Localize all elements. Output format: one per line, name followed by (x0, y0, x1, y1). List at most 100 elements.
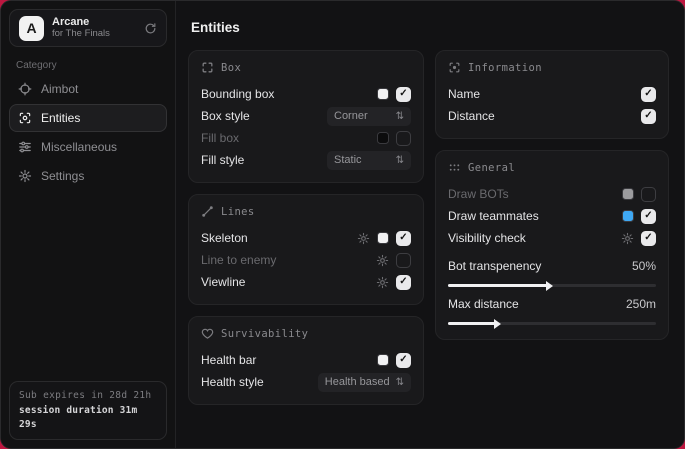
fill-style-dropdown[interactable]: Static ⇅ (327, 151, 411, 170)
sidebar-item-label: Aimbot (41, 82, 78, 96)
setting-label: Skeleton (201, 231, 248, 245)
setting-row-fill-style: Fill style Static ⇅ (201, 149, 411, 171)
gear-icon[interactable] (376, 276, 389, 289)
sidebar-item-label: Entities (41, 111, 80, 125)
sidebar-item-miscellaneous[interactable]: Miscellaneous (9, 133, 167, 161)
panel-title: Box (221, 62, 241, 74)
setting-label: Bot transpenency (448, 259, 541, 273)
bot-transparency-slider[interactable] (448, 284, 656, 287)
line-to-enemy-checkbox[interactable] (396, 253, 411, 268)
color-swatch[interactable] (377, 354, 389, 366)
slider-value: 250m (626, 297, 656, 311)
setting-label: Draw teammates (448, 209, 539, 223)
sidebar-item-label: Miscellaneous (41, 140, 117, 154)
setting-label: Distance (448, 109, 495, 123)
bounding-box-checkbox[interactable] (396, 87, 411, 102)
setting-row-box-style: Box style Corner ⇅ (201, 105, 411, 127)
setting-row-visibility-check: Visibility check (448, 227, 656, 249)
gear-icon[interactable] (376, 254, 389, 267)
fill-box-checkbox[interactable] (396, 131, 411, 146)
max-distance-setting: Max distance 250m (448, 293, 656, 325)
sidebar-item-entities[interactable]: Entities (9, 104, 167, 132)
sidebar-item-settings[interactable]: Settings (9, 162, 167, 190)
setting-label: Line to enemy (201, 253, 276, 267)
slider-fill (448, 284, 548, 287)
health-bar-checkbox[interactable] (396, 353, 411, 368)
setting-row-draw-bots: Draw BOTs (448, 183, 656, 205)
max-distance-slider[interactable] (448, 322, 656, 325)
color-swatch[interactable] (377, 232, 389, 244)
slider-value: 50% (632, 259, 656, 273)
bot-transparency-setting: Bot transpenency 50% (448, 255, 656, 287)
skeleton-checkbox[interactable] (396, 231, 411, 246)
color-swatch[interactable] (377, 132, 389, 144)
setting-label: Viewline (201, 275, 245, 289)
brand-card: A Arcane for The Finals (9, 9, 167, 47)
panel-lines: Lines Skeleton Line to enemy (188, 194, 424, 305)
panel-title: Information (468, 62, 542, 74)
setting-label: Fill style (201, 153, 244, 167)
dropdown-value: Static (334, 154, 362, 166)
heart-icon (201, 327, 214, 340)
sidebar: A Arcane for The Finals Category Aimbot (1, 1, 176, 448)
name-checkbox[interactable] (641, 87, 656, 102)
setting-label: Max distance (448, 297, 519, 311)
refresh-icon[interactable] (144, 22, 157, 35)
sliders-icon (18, 140, 32, 154)
line-icon (201, 205, 214, 218)
setting-row-bounding-box: Bounding box (201, 83, 411, 105)
setting-label: Visibility check (448, 231, 526, 245)
draw-teammates-checkbox[interactable] (641, 209, 656, 224)
gear-icon[interactable] (357, 232, 370, 245)
setting-label: Fill box (201, 131, 239, 145)
distance-checkbox[interactable] (641, 109, 656, 124)
setting-row-skeleton: Skeleton (201, 227, 411, 249)
grid-dots-icon (448, 161, 461, 174)
setting-row-draw-teammates: Draw teammates (448, 205, 656, 227)
sidebar-item-aimbot[interactable]: Aimbot (9, 75, 167, 103)
setting-label: Box style (201, 109, 250, 123)
chevron-up-down-icon: ⇅ (396, 111, 404, 122)
panel-box: Box Bounding box Box style Corner ⇅ (188, 50, 424, 183)
setting-row-health-bar: Health bar (201, 349, 411, 371)
slider-fill (448, 322, 496, 325)
setting-row-viewline: Viewline (201, 271, 411, 293)
setting-label: Draw BOTs (448, 187, 509, 201)
setting-label: Health bar (201, 353, 256, 367)
setting-row-health-style: Health style Health based ⇅ (201, 371, 411, 393)
panel-general: General Draw BOTs Draw teammates (435, 150, 669, 340)
setting-label: Health style (201, 375, 264, 389)
session-duration-text: session duration 31m 29s (19, 404, 157, 433)
category-label: Category (16, 60, 167, 71)
gear-icon (18, 169, 32, 183)
health-style-dropdown[interactable]: Health based ⇅ (318, 373, 411, 392)
panel-title: Survivability (221, 328, 308, 340)
panel-survivability: Survivability Health bar Health style He… (188, 316, 424, 405)
app-name: Arcane (52, 16, 136, 29)
color-swatch[interactable] (622, 188, 634, 200)
dropdown-value: Corner (334, 110, 368, 122)
color-swatch[interactable] (377, 88, 389, 100)
box-corners-icon (201, 61, 214, 74)
draw-bots-checkbox[interactable] (641, 187, 656, 202)
setting-row-fill-box: Fill box (201, 127, 411, 149)
color-swatch[interactable] (622, 210, 634, 222)
visibility-check-checkbox[interactable] (641, 231, 656, 246)
setting-label: Bounding box (201, 87, 274, 101)
sub-expiry-text: Sub expires in 28d 21h (19, 389, 157, 403)
app-logo: A (19, 16, 44, 41)
panel-title: Lines (221, 206, 255, 218)
dropdown-value: Health based (325, 376, 390, 388)
page-title: Entities (191, 20, 669, 35)
box-style-dropdown[interactable]: Corner ⇅ (327, 107, 411, 126)
setting-row-distance: Distance (448, 105, 656, 127)
panel-information: Information Name Distance (435, 50, 669, 139)
gear-icon[interactable] (621, 232, 634, 245)
viewline-checkbox[interactable] (396, 275, 411, 290)
setting-label: Name (448, 87, 480, 101)
setting-row-line-to-enemy: Line to enemy (201, 249, 411, 271)
sidebar-item-label: Settings (41, 169, 84, 183)
panel-title: General (468, 162, 515, 174)
app-window: A Arcane for The Finals Category Aimbot (0, 0, 685, 449)
crosshair-icon (18, 82, 32, 96)
